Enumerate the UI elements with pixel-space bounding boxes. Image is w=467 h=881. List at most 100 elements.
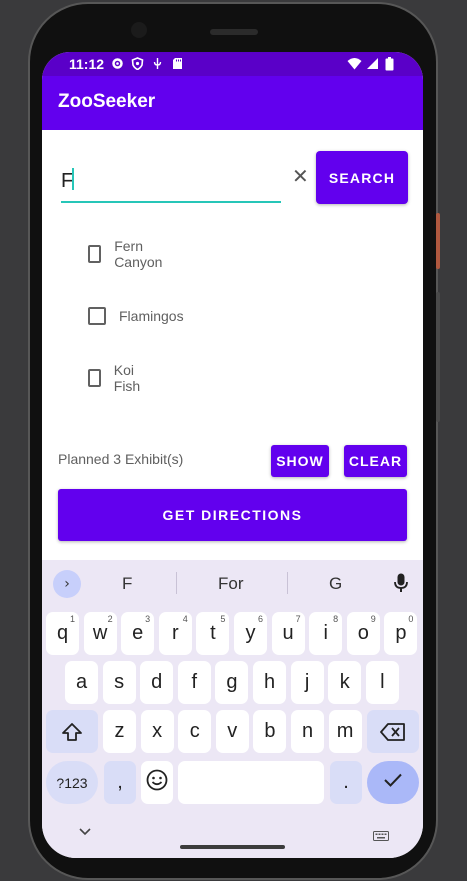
key-hint-number: 1 — [69, 614, 75, 624]
list-item[interactable]: Koi Fish — [88, 362, 145, 394]
keyboard-switch-icon[interactable] — [373, 826, 389, 845]
key-b[interactable]: b — [253, 710, 287, 753]
hide-keyboard-chevron-icon[interactable] — [79, 824, 91, 840]
key-label: t — [210, 622, 216, 644]
usb-debug-icon — [151, 57, 164, 70]
key-r[interactable]: r4 — [158, 612, 192, 655]
status-bar: 11:12 — [42, 52, 423, 76]
shift-key[interactable] — [46, 710, 98, 753]
exhibit-label: Fern Canyon — [114, 238, 163, 270]
app-title: ZooSeeker — [58, 91, 156, 112]
key-z[interactable]: z — [103, 710, 136, 753]
clear-button[interactable]: CLEAR — [344, 445, 407, 477]
enter-key[interactable] — [367, 761, 419, 804]
key-e[interactable]: e3 — [121, 612, 155, 655]
key-q[interactable]: q1 — [46, 612, 79, 655]
exhibit-checkbox[interactable] — [88, 369, 101, 387]
key-label: u — [282, 622, 294, 644]
text-cursor — [72, 168, 74, 190]
key-hint-number: 3 — [145, 614, 151, 624]
show-button[interactable]: SHOW — [271, 445, 329, 477]
key-label: e — [132, 622, 144, 644]
space-key[interactable] — [178, 761, 324, 804]
suggestion-divider — [287, 572, 288, 594]
key-c[interactable]: c — [178, 710, 212, 753]
key-u[interactable]: u7 — [271, 612, 305, 655]
navigation-bar — [42, 808, 423, 858]
microphone-icon[interactable] — [394, 573, 408, 597]
earpiece-speaker — [210, 29, 258, 35]
key-o[interactable]: o9 — [346, 612, 380, 655]
exhibit-checkbox[interactable] — [88, 307, 106, 325]
key-v[interactable]: v — [215, 710, 249, 753]
key-j[interactable]: j — [290, 661, 324, 704]
suggestion-bar: › F For G — [42, 560, 423, 610]
key-hint-number: 7 — [295, 614, 301, 624]
key-l[interactable]: l — [365, 661, 399, 704]
key-f[interactable]: f — [177, 661, 211, 704]
key-label: i — [323, 622, 328, 644]
key-label: o — [357, 622, 369, 644]
key-t[interactable]: t5 — [196, 612, 230, 655]
backspace-key[interactable] — [367, 710, 419, 753]
shield-icon — [131, 57, 144, 71]
key-w[interactable]: w2 — [83, 612, 117, 655]
key-d[interactable]: d — [140, 661, 174, 704]
key-a[interactable]: a — [65, 661, 98, 704]
key-n[interactable]: n — [291, 710, 324, 753]
key-label: y — [245, 622, 256, 644]
battery-icon — [385, 57, 398, 71]
key-hint-number: 8 — [333, 614, 339, 624]
exhibit-label: Koi Fish — [113, 362, 141, 394]
key-label: q — [56, 622, 69, 644]
suggestion-item[interactable]: F — [122, 574, 132, 594]
front-camera — [131, 22, 147, 38]
soft-keyboard: › F For G q1w2e3r4t5y6u7i8o9p0 asdfghjkl… — [42, 560, 423, 858]
search-field[interactable] — [61, 156, 281, 203]
app-bar: ZooSeeker — [42, 76, 423, 130]
screen: 11:12 ZooSeeker F ✕ SEARCH Fern Canyon F… — [42, 52, 423, 858]
exhibit-checkbox[interactable] — [88, 245, 102, 263]
search-button[interactable]: SEARCH — [316, 151, 408, 204]
suggestion-item[interactable]: G — [329, 574, 342, 594]
power-button — [436, 213, 440, 269]
wifi-icon — [347, 57, 362, 70]
planned-count-text: Planned 3 Exhibit(s) — [58, 451, 184, 467]
key-hint-number: 4 — [182, 614, 188, 624]
suggestion-divider — [176, 572, 177, 594]
comma-key[interactable]: , — [104, 761, 136, 804]
get-directions-button[interactable]: GET DIRECTIONS — [58, 489, 407, 541]
key-hint-number: 9 — [370, 614, 376, 624]
key-m[interactable]: m — [328, 710, 362, 753]
key-h[interactable]: h — [253, 661, 286, 704]
symbols-key[interactable]: ?123 — [46, 761, 98, 804]
key-x[interactable]: x — [140, 710, 174, 753]
key-hint-number: 0 — [408, 614, 414, 624]
settings-gear-icon — [111, 57, 124, 70]
key-hint-number: 6 — [257, 614, 263, 624]
key-label: r — [171, 622, 179, 644]
gesture-handle[interactable] — [180, 845, 285, 849]
suggestion-item[interactable]: For — [218, 574, 244, 594]
key-label: p — [395, 622, 407, 644]
smiley-icon — [146, 769, 168, 797]
key-g[interactable]: g — [215, 661, 249, 704]
list-item[interactable]: Flamingos — [88, 304, 184, 328]
exhibit-label: Flamingos — [119, 308, 184, 324]
checkmark-icon — [383, 771, 403, 794]
key-k[interactable]: k — [328, 661, 362, 704]
emoji-key[interactable] — [141, 761, 173, 804]
key-label: w — [92, 622, 108, 644]
cell-signal-icon — [366, 57, 379, 70]
clear-search-icon[interactable]: ✕ — [292, 164, 309, 188]
list-item[interactable]: Fern Canyon — [88, 238, 167, 270]
search-input[interactable] — [61, 164, 271, 198]
key-y[interactable]: y6 — [234, 612, 267, 655]
key-hint-number: 5 — [220, 614, 226, 624]
key-i[interactable]: i8 — [309, 612, 343, 655]
key-s[interactable]: s — [102, 661, 136, 704]
period-key[interactable]: . — [330, 761, 362, 804]
expand-toolbar-icon[interactable]: › — [53, 570, 81, 598]
volume-rocker — [436, 292, 440, 422]
key-p[interactable]: p0 — [384, 612, 418, 655]
